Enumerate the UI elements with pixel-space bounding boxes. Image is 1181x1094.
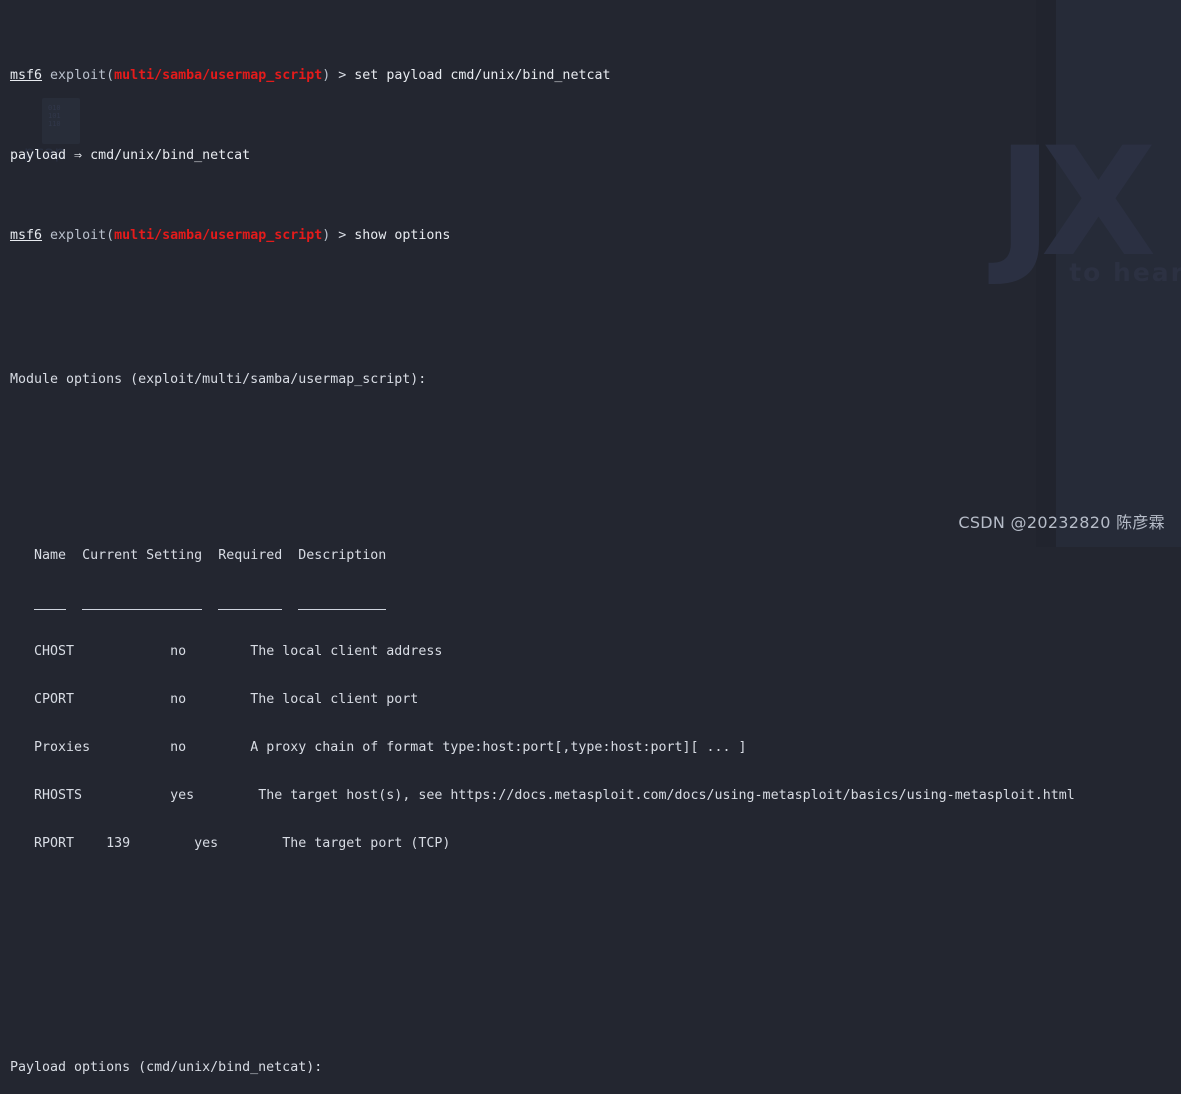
table-row: CHOST no The local client address xyxy=(10,644,1181,660)
module-options-table: Name Current Setting Required Descriptio… xyxy=(10,516,1181,884)
pad xyxy=(10,836,34,851)
underline-description xyxy=(298,596,387,610)
command-show-options: show options xyxy=(354,228,451,243)
column-header-description: Description xyxy=(298,548,387,563)
column-header-current-setting: Current Setting xyxy=(82,548,203,563)
cell-required: yes xyxy=(170,788,195,803)
pad xyxy=(130,836,194,851)
prompt-user: msf6 xyxy=(10,68,43,83)
command-set-payload: set payload cmd/unix/bind_netcat xyxy=(354,68,611,83)
pad xyxy=(186,740,250,755)
pad xyxy=(74,836,106,851)
prompt-user: msf6 xyxy=(10,228,43,243)
pad xyxy=(10,692,34,707)
spacer-indent xyxy=(10,596,34,611)
underline-required xyxy=(218,596,283,610)
pad xyxy=(90,740,170,755)
cell-description: The local client address xyxy=(250,644,443,659)
cell-description: A proxy chain of format type:host:port[,… xyxy=(250,740,747,755)
pad xyxy=(66,596,82,611)
pad xyxy=(74,692,170,707)
csdn-watermark: CSDN @20232820 陈彦霖 xyxy=(958,513,1165,532)
module-options-header-row: Name Current Setting Required Descriptio… xyxy=(10,548,1181,564)
pad xyxy=(10,644,34,659)
spacer-indent xyxy=(10,548,34,563)
column-header-name: Name xyxy=(34,548,67,563)
pad xyxy=(282,548,298,563)
underline-current-setting xyxy=(82,596,203,610)
prompt-module-path: multi/samba/usermap_script xyxy=(114,68,323,83)
pad xyxy=(202,548,218,563)
pad xyxy=(186,644,250,659)
cell-name: Proxies xyxy=(34,740,91,755)
cell-required: no xyxy=(170,644,187,659)
terminal-line-prompt-set-payload: msf6 exploit(multi/samba/usermap_script)… xyxy=(10,68,1181,84)
payload-assign-value: cmd/unix/bind_netcat xyxy=(82,148,251,163)
double-arrow-icon: ⇒ xyxy=(74,148,83,163)
cell-description: The target port (TCP) xyxy=(282,836,451,851)
cell-required: no xyxy=(170,692,187,707)
prompt-module-path: multi/samba/usermap_script xyxy=(114,228,323,243)
table-row: CPORT no The local client port xyxy=(10,692,1181,708)
cell-required: no xyxy=(170,740,187,755)
cell-name: CPORT xyxy=(34,692,75,707)
cell-description: The target host(s), see https://docs.met… xyxy=(258,788,1075,803)
pad xyxy=(66,548,82,563)
column-header-required: Required xyxy=(218,548,283,563)
pad xyxy=(74,644,170,659)
terminal-output[interactable]: msf6 exploit(multi/samba/usermap_script)… xyxy=(0,0,1181,1075)
table-row: RPORT 139 yes The target port (TCP) xyxy=(10,836,1181,852)
cell-current-setting: 139 xyxy=(106,836,131,851)
underline-name xyxy=(34,596,67,610)
module-options-header-underline-row xyxy=(10,596,1181,612)
cell-required: yes xyxy=(194,836,219,851)
cell-name: CHOST xyxy=(34,644,75,659)
pad xyxy=(82,788,170,803)
pad xyxy=(218,836,282,851)
prompt-sign: > xyxy=(330,228,355,243)
cell-name: RHOSTS xyxy=(34,788,83,803)
payload-options-heading: Payload options (cmd/unix/bind_netcat): xyxy=(10,1060,323,1075)
prompt-command xyxy=(42,68,50,83)
table-row: Proxies no A proxy chain of format type:… xyxy=(10,740,1181,756)
pad xyxy=(10,740,34,755)
pad xyxy=(10,788,34,803)
table-row: RHOSTS yes The target host(s), see https… xyxy=(10,788,1181,804)
prompt-paren-open: ( xyxy=(106,228,115,243)
pad xyxy=(282,596,298,611)
prompt-paren-open: ( xyxy=(106,68,115,83)
pad xyxy=(194,788,258,803)
module-options-heading: Module options (exploit/multi/samba/user… xyxy=(10,372,427,387)
prompt-command-label: exploit xyxy=(50,228,107,243)
cell-name: RPORT xyxy=(34,836,75,851)
pad xyxy=(202,596,218,611)
prompt-sign: > xyxy=(330,68,355,83)
cell-description: The local client port xyxy=(250,692,419,707)
pad xyxy=(186,692,250,707)
payload-assign-label: payload xyxy=(10,148,75,163)
prompt-command-label: exploit xyxy=(50,68,107,83)
terminal-line-prompt-show-options: msf6 exploit(multi/samba/usermap_script)… xyxy=(10,228,1181,244)
terminal-line-payload-assignment: payload ⇒ cmd/unix/bind_netcat xyxy=(10,148,1181,164)
